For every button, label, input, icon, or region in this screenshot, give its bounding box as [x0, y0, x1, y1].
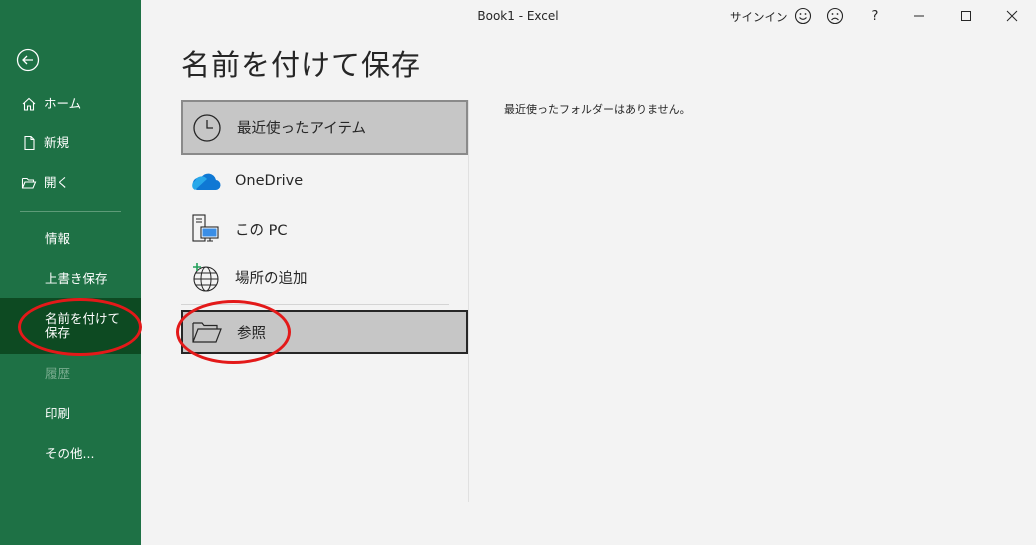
panel-separator: [468, 100, 469, 502]
add-place-globe-icon: [183, 255, 227, 299]
nav-home[interactable]: ホーム: [0, 86, 141, 122]
location-browse[interactable]: 参照: [181, 310, 468, 354]
nav-info-label: 情報: [45, 231, 71, 246]
location-add-place[interactable]: 場所の追加: [181, 255, 468, 299]
location-this-pc[interactable]: この PC: [181, 207, 468, 251]
nav-new-label: 新規: [44, 135, 70, 150]
location-recent[interactable]: 最近使ったアイテム: [181, 100, 468, 155]
minimize-icon[interactable]: [907, 4, 931, 28]
back-button[interactable]: [16, 48, 40, 72]
nav-history-label: 履歴: [45, 366, 71, 381]
nav-history: 履歴: [0, 356, 141, 392]
page-title: 名前を付けて保存: [181, 48, 422, 82]
nav-save-label: 上書き保存: [45, 271, 108, 286]
location-this-pc-label: この PC: [235, 222, 288, 239]
new-document-icon: [20, 134, 38, 152]
maximize-icon[interactable]: [954, 4, 978, 28]
nav-save-as[interactable]: 名前を付けて保存: [0, 298, 141, 354]
nav-save-as-label: 名前を付けて保存: [45, 311, 121, 340]
frown-icon[interactable]: [823, 4, 847, 28]
nav-print-label: 印刷: [45, 406, 71, 421]
nav-more-label: その他...: [45, 446, 95, 461]
nav-print[interactable]: 印刷: [0, 396, 141, 432]
location-browse-label: 参照: [237, 325, 266, 342]
nav-home-label: ホーム: [44, 96, 82, 111]
nav-open[interactable]: 開く: [0, 165, 141, 201]
recent-folders-empty-message: 最近使ったフォルダーはありません。: [504, 103, 691, 116]
sidebar-divider: [20, 211, 121, 212]
location-divider: [181, 304, 449, 305]
back-arrow-icon: [16, 48, 40, 72]
location-onedrive[interactable]: OneDrive: [181, 159, 468, 203]
nav-info[interactable]: 情報: [0, 221, 141, 257]
nav-open-label: 開く: [44, 175, 70, 190]
smiley-icon[interactable]: [791, 4, 815, 28]
signin-link[interactable]: サインイン: [730, 9, 788, 25]
clock-icon: [185, 106, 229, 150]
nav-more[interactable]: その他...: [0, 436, 141, 472]
help-icon[interactable]: ?: [863, 4, 887, 28]
open-folder-icon: [20, 174, 38, 192]
onedrive-cloud-icon: [183, 159, 227, 203]
close-icon[interactable]: [1000, 4, 1024, 28]
location-add-place-label: 場所の追加: [235, 270, 308, 287]
location-onedrive-label: OneDrive: [235, 173, 304, 189]
browse-folder-icon: [185, 310, 229, 354]
nav-new[interactable]: 新規: [0, 125, 141, 161]
backstage-sidebar: ホーム 新規 開く 情報 上書き保存 名前を付けて保存 履歴 印刷 その他...: [0, 0, 141, 545]
nav-save[interactable]: 上書き保存: [0, 261, 141, 297]
this-pc-icon: [183, 207, 227, 251]
location-recent-label: 最近使ったアイテム: [237, 121, 367, 137]
title-bar: Book1 - Excel サインイン ?: [141, 0, 1036, 32]
home-icon: [20, 95, 38, 113]
